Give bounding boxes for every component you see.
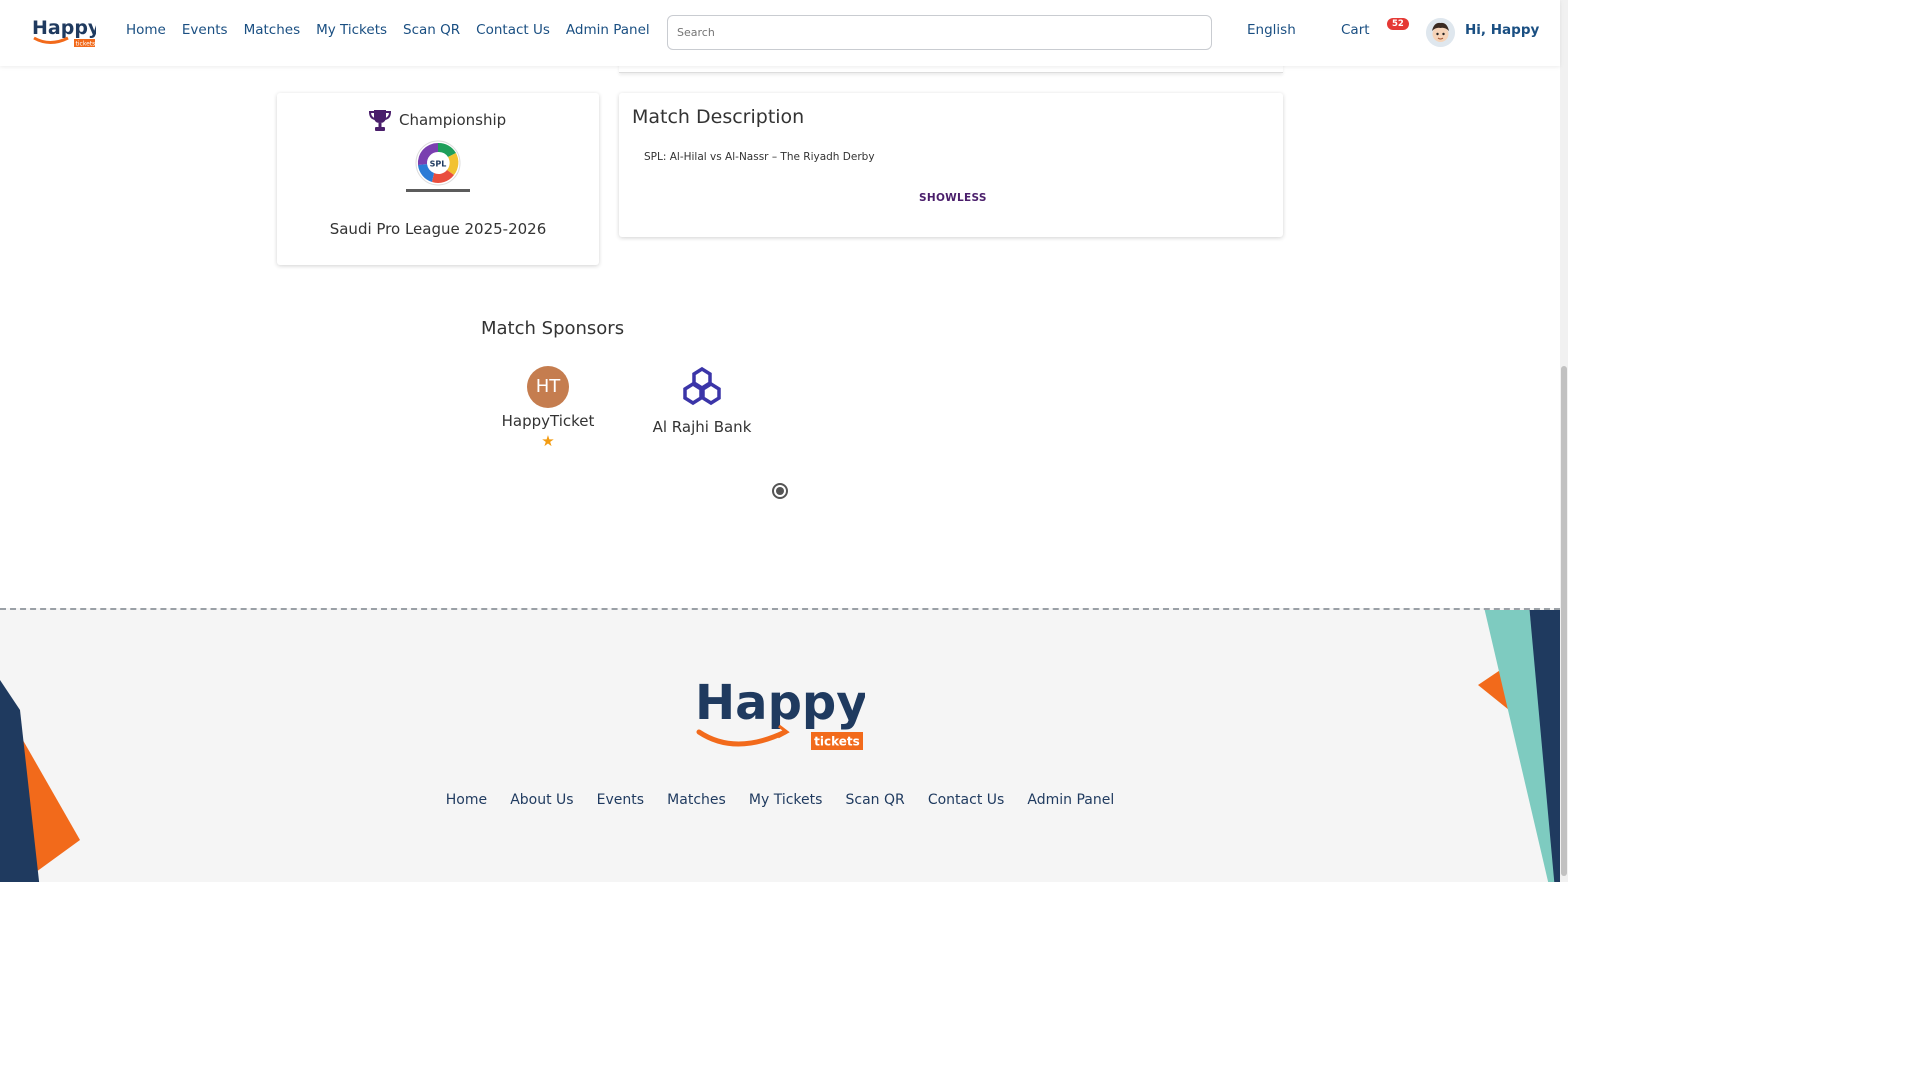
svg-text:SPL: SPL [430,160,447,169]
nav-events[interactable]: Events [182,22,228,38]
league-name: Saudi Pro League 2025-2026 [329,220,547,238]
sponsor-name: HappyTicket [501,412,595,430]
footer-decoration-right [1478,610,1560,882]
description-text: SPL: Al-Hilal vs Al-Nassr – The Riyadh D… [644,151,875,163]
footer-nav: Home About Us Events Matches My Tickets … [0,789,1560,808]
footer-link-home[interactable]: Home [446,792,487,808]
footer-link-matches[interactable]: Matches [667,792,726,808]
featured-star-icon: ★ [541,432,555,450]
footer: Happy tickets Home About Us Events Match… [0,608,1560,882]
footer-link-contact-us[interactable]: Contact Us [928,792,1004,808]
sponsor-happyticket[interactable]: HT HappyTicket ★ [490,366,606,450]
footer-link-scan-qr[interactable]: Scan QR [846,792,905,808]
svg-text:Happy: Happy [695,675,865,731]
al-rajhi-bank-logo [683,366,721,406]
svg-text:Happy: Happy [32,17,96,39]
page-scrollbar[interactable] [1560,0,1568,882]
svg-text:tickets: tickets [814,735,860,749]
sponsor-al-rajhi-bank[interactable]: Al Rajhi Bank [642,366,762,436]
championship-heading: Championship [399,111,507,129]
svg-text:tickets: tickets [76,41,96,48]
trophy-icon [369,110,391,131]
match-description-card: Match Description SPL: Al-Hilal vs Al-Na… [619,93,1283,237]
spl-league-logo: SPL [406,140,470,192]
championship-card: Championship SPL Saudi Pro League 2025-2… [277,93,599,265]
footer-link-my-tickets[interactable]: My Tickets [749,792,823,808]
cart-count-badge: 52 [1387,18,1409,30]
footer-happy-tickets-logo[interactable]: Happy tickets [695,674,865,754]
show-less-button[interactable]: SHOWLESS [919,192,987,204]
sponsor-avatar: HT [527,366,569,408]
sponsor-name: Al Rajhi Bank [652,418,752,436]
language-selector[interactable]: English [1247,22,1296,38]
nav-my-tickets[interactable]: My Tickets [316,22,387,38]
footer-link-events[interactable]: Events [597,792,644,808]
main-nav: Home Events Matches My Tickets Scan QR C… [126,22,666,38]
cart-link[interactable]: Cart [1341,22,1370,38]
user-avatar[interactable] [1426,18,1455,47]
nav-contact-us[interactable]: Contact Us [476,22,550,38]
sponsors-title: Match Sponsors [481,318,625,339]
nav-home[interactable]: Home [126,22,166,38]
footer-link-admin-panel[interactable]: Admin Panel [1027,792,1114,808]
nav-scan-qr[interactable]: Scan QR [403,22,460,38]
nav-admin-panel[interactable]: Admin Panel [566,22,650,38]
description-title: Match Description [632,106,805,128]
championship-header: Championship [369,108,506,132]
footer-decoration-left [0,680,80,882]
search-input[interactable] [667,15,1212,50]
carousel-dot-active[interactable] [772,483,788,499]
user-greeting[interactable]: Hi, Happy [1465,22,1539,38]
nav-matches[interactable]: Matches [244,22,301,38]
happy-tickets-logo[interactable]: Happy tickets [30,14,96,50]
scrollbar-thumb[interactable] [1561,366,1567,876]
footer-link-about-us[interactable]: About Us [510,792,573,808]
top-navbar: Happy tickets Home Events Matches My Tic… [0,0,1560,66]
